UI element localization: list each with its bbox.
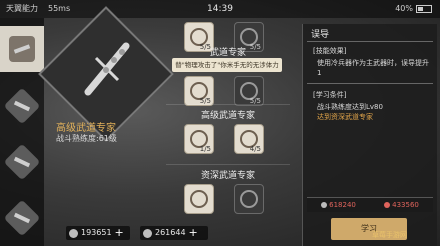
mastery-level: 战斗熟练度:61级: [56, 134, 117, 143]
tier-divider: [166, 104, 290, 105]
skill-node-selected[interactable]: [184, 184, 214, 214]
effect-text: 使用冷兵器作为主武器时，误导提升1: [317, 59, 429, 77]
sidebar-item-document[interactable]: [0, 26, 44, 72]
category-sidebar: [0, 18, 44, 246]
currency-gold: 261644 +: [140, 226, 208, 240]
silver-coin-icon: [321, 202, 328, 208]
cost-row: 618240 433560: [307, 197, 433, 212]
battery-indicator: 40%: [395, 0, 432, 18]
tier-divider: [166, 164, 290, 165]
requirement-line1: 战斗熟练度达到Lv80: [317, 103, 383, 111]
silver-amount: 193651: [81, 228, 112, 237]
skill-node[interactable]: 5/5: [234, 76, 264, 106]
skill-icon: [240, 190, 258, 208]
silver-coin-icon: [69, 228, 78, 238]
add-silver-button[interactable]: +: [115, 226, 124, 240]
skill-tree: 5/5 5/5 武道专家 替"物理攻击了"你米手无的无涉体力 5/5 5/5 高…: [158, 18, 298, 246]
skill-node[interactable]: [234, 184, 264, 214]
gold-coin-icon: [143, 228, 152, 238]
skill-node[interactable]: 5/5: [184, 76, 214, 106]
document-icon: [9, 36, 35, 62]
shield-icon: [3, 199, 41, 237]
currency-silver: 193651 +: [66, 226, 130, 240]
add-gold-button[interactable]: +: [189, 226, 198, 240]
battery-icon: [416, 5, 432, 13]
cost-gold-amount: 433560: [392, 201, 419, 209]
requirement-label: [学习条件]: [313, 91, 347, 99]
sidebar-item-gear[interactable]: [3, 143, 41, 181]
skill-level: 1/5: [199, 145, 211, 153]
divider: [307, 41, 433, 42]
watermark: 草莓手游网: [372, 231, 407, 239]
requirement-line2: 达到资深武道专家: [317, 113, 373, 121]
skill-name: 高级武道专家: [56, 123, 116, 134]
sidebar-item-weapon[interactable]: [3, 87, 41, 125]
skill-title: 误导: [311, 30, 330, 40]
tier-title: 高级武道专家: [200, 111, 255, 121]
spiked-bat-icon: [84, 42, 130, 96]
skill-icon: [190, 190, 208, 208]
status-bar: 天翼能力 55ms 14:39 40%: [0, 0, 440, 18]
tier-title: 武道专家: [209, 48, 246, 58]
skill-level: 4/5: [249, 145, 261, 153]
skill-node[interactable]: 4/5: [234, 124, 264, 154]
skill-info-panel: 误导 [技能效果] 使用冷兵器作为主武器时，误导提升1 [学习条件] 战斗熟练度…: [302, 24, 437, 246]
gear-icon: [3, 143, 41, 181]
divider: [307, 83, 433, 84]
cost-silver: 618240: [321, 198, 356, 212]
sidebar-item-shield[interactable]: [3, 199, 41, 237]
gold-amount: 261644: [155, 228, 186, 237]
weapon-icon: [3, 87, 41, 125]
gold-coin-icon: [384, 202, 391, 208]
cost-gold: 433560: [384, 198, 419, 212]
clock: 14:39: [207, 4, 233, 14]
game-screen: 天翼能力 55ms 14:39 40% 高级武道专家 战斗熟练度:61级 5/5…: [0, 0, 440, 246]
skill-tooltip: 替"物理攻击了"你米手无的无涉体力: [172, 58, 282, 72]
skill-node[interactable]: 1/5: [184, 124, 214, 154]
cost-silver-amount: 618240: [329, 201, 356, 209]
tier-title: 资深武道专家: [200, 171, 255, 181]
battery-percent: 40%: [395, 4, 413, 13]
effect-label: [技能效果]: [313, 47, 347, 55]
